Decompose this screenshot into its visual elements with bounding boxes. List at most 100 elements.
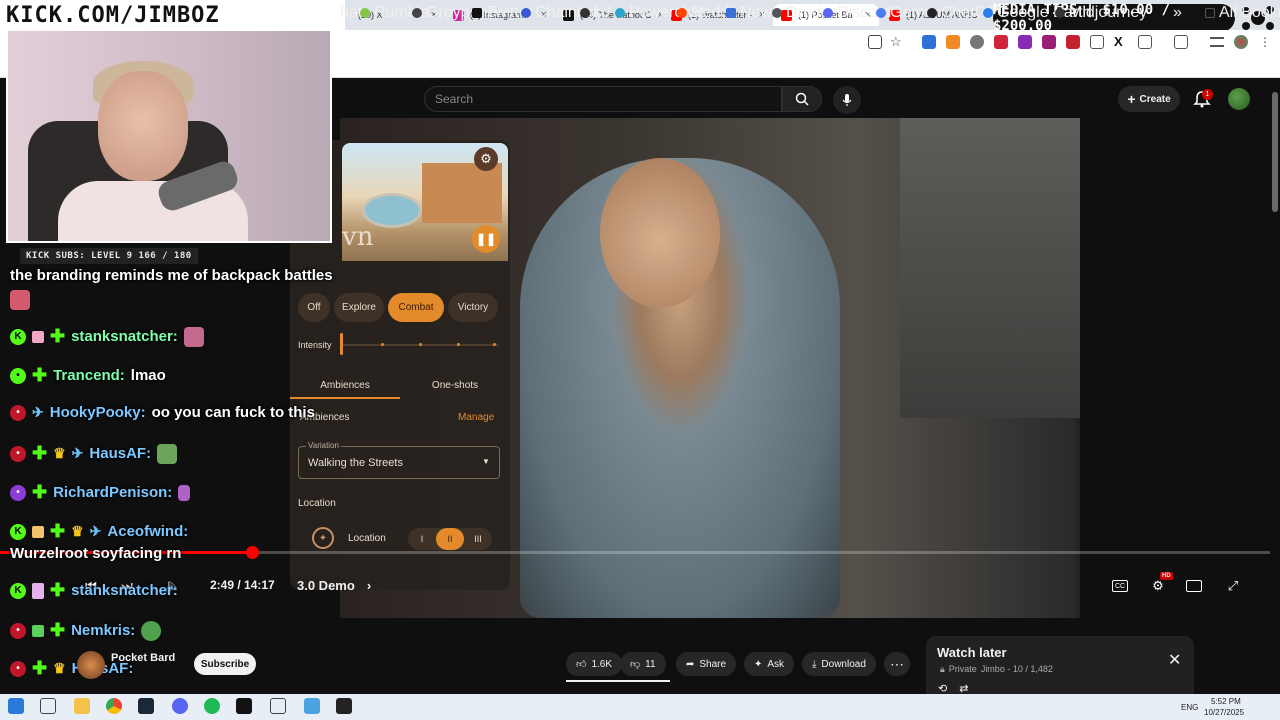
windows-taskbar — [0, 694, 1280, 720]
chat-message: Wurzelroot soyfacing rn — [10, 545, 181, 562]
download-icon: ⤓ — [812, 658, 817, 670]
kick-badge-icon: K — [10, 328, 26, 345]
voice-search-button[interactable] — [833, 86, 861, 114]
extension-icon[interactable] — [1018, 35, 1032, 49]
puzzle-icon[interactable] — [1138, 35, 1152, 49]
share-icon: ➦ — [686, 658, 695, 670]
powerchat-icon — [615, 8, 625, 18]
kebab-menu-icon[interactable]: ⋮ — [1258, 35, 1272, 49]
extension-icon[interactable] — [994, 35, 1008, 49]
tab-one-shots[interactable]: One-shots — [410, 380, 500, 391]
purple-dot-badge-icon: • — [10, 484, 26, 501]
download-button[interactable]: ⤓ Download — [802, 652, 876, 676]
terminal-icon[interactable] — [236, 698, 252, 714]
chat-message: the branding reminds me of backpack batt… — [10, 267, 333, 284]
location-level-2[interactable]: II — [436, 528, 464, 550]
x-icon[interactable]: X — [1114, 35, 1128, 49]
share-button[interactable]: ➦ Share — [676, 652, 737, 676]
shield-icon[interactable] — [970, 35, 984, 49]
news-icon — [726, 8, 736, 18]
close-icon[interactable]: ✕ — [1168, 650, 1181, 670]
emote-icon — [141, 620, 162, 641]
gear-icon[interactable]: ⚙ — [474, 147, 498, 171]
spotify-icon[interactable] — [204, 698, 220, 714]
bookmark-chat[interactable]: hat — [340, 4, 362, 22]
pause-icon: ❚❚ — [475, 232, 497, 246]
search-button[interactable] — [782, 86, 822, 112]
chevron-right-icon[interactable]: » — [1173, 4, 1182, 22]
sword-badge-icon: ✈ — [71, 445, 84, 461]
subscribe-button[interactable]: Subscribe — [194, 653, 256, 675]
mode-victory-button[interactable]: Victory — [448, 293, 498, 322]
metamask-icon[interactable] — [946, 35, 960, 49]
microphone-icon — [842, 94, 852, 106]
chat-username: RichardPenison: — [53, 484, 173, 501]
house-illustration — [422, 163, 502, 223]
like-dislike-divider — [566, 680, 670, 682]
telegram-icon[interactable] — [304, 698, 320, 714]
settings-icon[interactable]: ⚙ — [1149, 578, 1167, 594]
obs-icon[interactable] — [336, 698, 352, 714]
install-app-icon[interactable] — [868, 35, 882, 49]
like-button[interactable]: 👍︎ 1.6K — [566, 652, 623, 676]
windows-start-icon[interactable] — [8, 698, 24, 714]
task-view-icon[interactable] — [40, 698, 56, 714]
ask-button[interactable]: ✦ Ask — [744, 652, 795, 676]
intensity-slider-handle[interactable] — [340, 333, 343, 355]
account-avatar[interactable] — [1228, 88, 1250, 110]
plus-badge-icon: ✚ — [32, 365, 48, 385]
mode-combat-button[interactable]: Combat — [388, 293, 444, 322]
sidebar-icon[interactable] — [1174, 35, 1188, 49]
create-button[interactable]: + Create — [1118, 86, 1180, 112]
x-icon — [472, 8, 482, 18]
chat-message: K ✚ ♛ ✈ Aceofwind: — [10, 521, 188, 542]
scene-title: vn — [342, 222, 374, 252]
intensity-step — [419, 343, 422, 346]
discord-icon[interactable] — [172, 698, 188, 714]
gift-badge-icon — [32, 624, 44, 637]
chat-message: • ✚ RichardPenison: — [10, 482, 191, 503]
watch-later-title[interactable]: Watch later — [937, 645, 1007, 660]
chat-username: stanksnatcher: — [71, 582, 178, 599]
bookmark-label: /x/ — [594, 4, 611, 21]
scrollbar-thumb[interactable] — [1272, 92, 1278, 212]
tab-search-icon[interactable] — [1210, 37, 1224, 47]
search-input[interactable]: Search — [424, 86, 782, 112]
location-level-3[interactable]: III — [464, 528, 492, 550]
chrome-icon[interactable] — [106, 698, 122, 714]
intensity-step — [493, 343, 496, 346]
fullscreen-icon[interactable]: ⤢ — [1224, 578, 1242, 594]
chat-username: Trancend: — [53, 367, 125, 384]
extension-icon[interactable] — [1042, 35, 1056, 49]
app-icon[interactable] — [270, 698, 286, 714]
star-icon[interactable]: ☆ — [890, 35, 904, 49]
file-explorer-icon[interactable] — [74, 698, 90, 714]
stream-brand-banner: KICK.COM/JIMBOZ — [0, 0, 345, 30]
discord-icon — [823, 8, 833, 18]
bookmark-midjourney[interactable]: Midjourney — [1055, 4, 1147, 22]
miniplayer-icon[interactable] — [1186, 580, 1202, 592]
captions-icon[interactable]: CC — [1112, 580, 1128, 592]
manage-link[interactable]: Manage — [458, 412, 494, 423]
steam-icon[interactable] — [138, 698, 154, 714]
extension-icon[interactable] — [922, 35, 936, 49]
profile-avatar-icon[interactable] — [1234, 35, 1248, 49]
more-actions-button[interactable]: ⋯ — [884, 652, 910, 676]
dislike-button[interactable]: 👎︎ 11 — [620, 652, 666, 676]
location-level-1[interactable]: I — [408, 528, 436, 550]
like-count: 1.6K — [591, 658, 613, 670]
bookmark-x-board[interactable]: /x/ — [580, 4, 611, 22]
pause-button[interactable]: ❚❚ — [472, 225, 500, 253]
red-dot-badge-icon: • — [10, 445, 26, 462]
plus-badge-icon: ✚ — [32, 482, 48, 502]
channel-avatar[interactable] — [77, 651, 105, 679]
language-indicator[interactable]: ENG — [1181, 703, 1198, 712]
download-label: Download — [821, 658, 866, 670]
mode-explore-button[interactable]: Explore — [334, 293, 384, 322]
all-bookmarks[interactable]: All Bookmarks — [1205, 4, 1280, 22]
extension-icon[interactable] — [1066, 35, 1080, 49]
extension-icon[interactable] — [1090, 35, 1104, 49]
hd-badge: HD — [1160, 572, 1173, 580]
channel-name[interactable]: Pocket Bard — [111, 652, 175, 664]
chat-message: • ✈ HookyPooky: oo you can fuck to this — [10, 404, 315, 421]
